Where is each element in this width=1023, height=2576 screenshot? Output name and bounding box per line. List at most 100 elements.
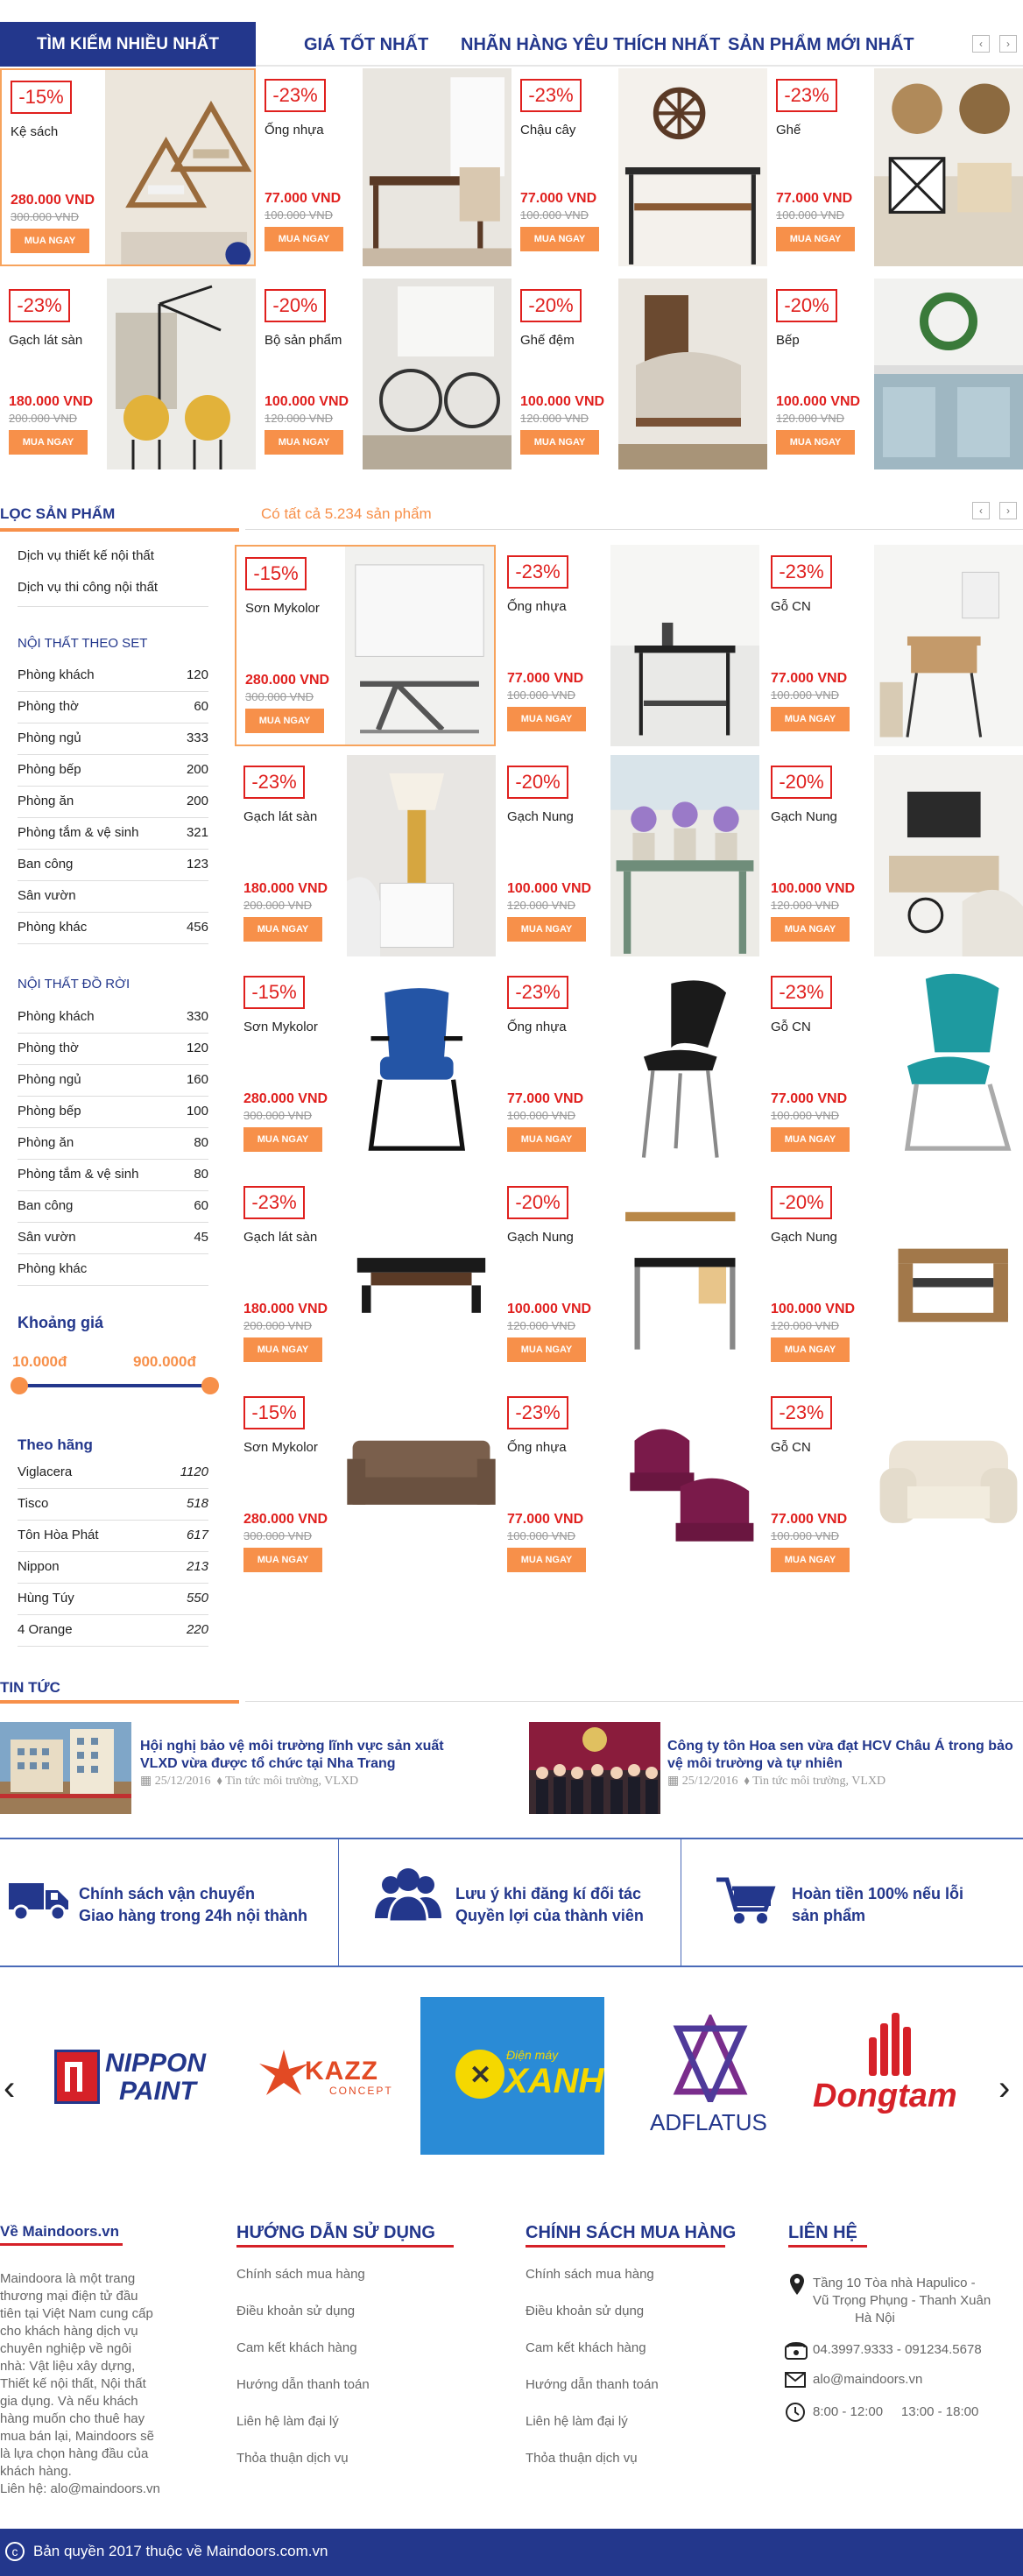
buy-now-button[interactable]: MUA NGAY [771, 1337, 850, 1362]
product-image[interactable] [347, 965, 496, 1167]
product-name[interactable]: Ống nhựa [507, 1020, 567, 1034]
product-card[interactable]: -23% Gạch lát sàn 180.000 VND 200.000 VND MU… [235, 755, 496, 956]
buy-now-button[interactable]: MUA NGAY [243, 917, 322, 942]
dien-may-xanh-logo[interactable]: ✕ Điện máy XANH [420, 1997, 604, 2155]
product-card[interactable]: -23% Ghế 77.000 VND 100.000 VND MUA NGAY [767, 68, 1023, 266]
buy-now-button[interactable]: MUA NGAY [520, 227, 599, 251]
product-card[interactable]: -23% Ống nhựa 77.000 VND 100.000 VND MUA NGA… [256, 68, 512, 266]
product-card[interactable]: -23% Gỗ CN 77.000 VND 100.000 VND MUA NGAY [762, 1386, 1023, 1587]
product-name[interactable]: Gạch Nung [507, 1230, 574, 1245]
product-card[interactable]: -20% Gạch Nung 100.000 VND 120.000 VND MUA N… [498, 1175, 759, 1377]
grid-next-button[interactable]: › [999, 502, 1017, 519]
footer-link[interactable]: Thỏa thuận dịch vụ [526, 2451, 638, 2466]
product-image[interactable] [874, 755, 1023, 956]
news-image-1[interactable] [0, 1722, 131, 1814]
adflatus-logo[interactable]: ADFLATUS [648, 2015, 771, 2146]
footer-link[interactable]: Chính sách mua hàng [236, 2267, 365, 2282]
buy-now-button[interactable]: MUA NGAY [776, 227, 855, 251]
filter-item[interactable]: Sân vườn 45 [18, 1223, 208, 1254]
filter-item[interactable]: Phòng khách 330 [18, 1002, 208, 1034]
filter-item[interactable]: Nippon 213 [18, 1552, 208, 1584]
product-image[interactable] [874, 965, 1023, 1167]
product-card[interactable]: -23% Ống nhựa 77.000 VND 100.000 VND MUA NGA… [498, 965, 759, 1167]
product-image[interactable] [610, 1386, 759, 1587]
product-image[interactable] [347, 1386, 496, 1587]
policy-shipping[interactable]: Chính sách vận chuyển Giao hàng trong 24… [79, 1883, 307, 1927]
product-card[interactable]: -23% Gỗ CN 77.000 VND 100.000 VND MUA NGAY [762, 965, 1023, 1167]
product-name[interactable]: Chậu cây [520, 123, 575, 138]
buy-now-button[interactable]: MUA NGAY [243, 1127, 322, 1152]
service-design-link[interactable]: Dịch vụ thiết kế nội thất [18, 548, 154, 563]
buy-now-button[interactable]: MUA NGAY [245, 709, 324, 733]
tab-newest[interactable]: SẢN PHẨM MỚI NHẤT [728, 35, 914, 55]
product-image[interactable] [874, 1386, 1023, 1587]
buy-now-button[interactable]: MUA NGAY [265, 227, 343, 251]
filter-item[interactable]: Phòng khách 120 [18, 660, 208, 692]
footer-link[interactable]: Cam kết khách hàng [526, 2340, 646, 2355]
product-image[interactable] [874, 545, 1023, 746]
product-name[interactable]: Gạch lát sàn [9, 333, 82, 348]
product-card[interactable]: -15% Sơn Mykolor 280.000 VND 300.000 VND MUA… [235, 1386, 496, 1587]
footer-link[interactable]: Điều khoản sử dụng [526, 2304, 644, 2318]
footer-link[interactable]: Hướng dẫn thanh toán [236, 2377, 370, 2392]
filter-item[interactable]: Tôn Hòa Phát 617 [18, 1521, 208, 1552]
product-name[interactable]: Ống nhựa [265, 123, 324, 138]
filter-item[interactable]: Sân vườn [18, 881, 208, 913]
filter-item[interactable]: Tisco 518 [18, 1489, 208, 1521]
filter-item[interactable]: Ban công 123 [18, 850, 208, 881]
product-card[interactable]: -20% Ghế đệm 100.000 VND 120.000 VND MUA NGA… [512, 279, 767, 469]
product-name[interactable]: Ghế đệm [520, 333, 575, 348]
filter-item[interactable]: Hùng Túy 550 [18, 1584, 208, 1615]
product-image[interactable] [618, 279, 767, 469]
buy-now-button[interactable]: MUA NGAY [9, 430, 88, 455]
product-card[interactable]: -20% Gạch Nung 100.000 VND 120.000 VND MUA N… [498, 755, 759, 956]
footer-link[interactable]: Liên hệ làm đại lý [526, 2414, 628, 2429]
product-name[interactable]: Gạch lát sàn [243, 809, 317, 824]
filter-item[interactable]: Phòng ngủ 333 [18, 723, 208, 755]
product-card[interactable]: -23% Chậu cây 77.000 VND 100.000 VND MUA NGA… [512, 68, 767, 266]
product-card[interactable]: -23% Gỗ CN 77.000 VND 100.000 VND MUA NGAY [762, 545, 1023, 746]
product-name[interactable]: Gỗ CN [771, 599, 811, 614]
filter-item[interactable]: 4 Orange 220 [18, 1615, 208, 1647]
buy-now-button[interactable]: MUA NGAY [776, 430, 855, 455]
filter-item[interactable]: Phòng bếp 100 [18, 1097, 208, 1128]
tab-favorite-brands[interactable]: NHÃN HÀNG YÊU THÍCH NHẤT [461, 35, 720, 55]
buy-now-button[interactable]: MUA NGAY [771, 1127, 850, 1152]
buy-now-button[interactable]: MUA NGAY [265, 430, 343, 455]
product-image[interactable] [610, 755, 759, 956]
product-name[interactable]: Ống nhựa [507, 1440, 567, 1455]
product-image[interactable] [347, 755, 496, 956]
product-image[interactable] [874, 68, 1023, 266]
news-headline-2[interactable]: Công ty tôn Hoa sen vừa đạt HCV Châu Á t… [667, 1738, 1018, 1773]
product-name[interactable]: Sơn Mykolor [243, 1440, 318, 1455]
filter-item[interactable]: Phòng khác [18, 1254, 208, 1286]
tab-most-searched[interactable]: TÌM KIẾM NHIỀU NHẤT [0, 22, 256, 67]
product-image[interactable] [105, 70, 254, 265]
product-image[interactable] [618, 68, 767, 266]
product-image[interactable] [347, 1175, 496, 1377]
product-card[interactable]: -23% Gạch lát sàn 180.000 VND 200.000 VND MU… [235, 1175, 496, 1377]
product-card[interactable]: -20% Gạch Nung 100.000 VND 120.000 VND MUA N… [762, 1175, 1023, 1377]
tabs-next-button[interactable]: › [999, 35, 1017, 53]
footer-link[interactable]: Liên hệ làm đại lý [236, 2414, 339, 2429]
price-slider-min-handle[interactable] [11, 1377, 28, 1394]
product-name[interactable]: Sơn Mykolor [243, 1020, 318, 1034]
dongtam-logo[interactable]: Dongtam [811, 2011, 977, 2134]
product-name[interactable]: Gạch Nung [507, 809, 574, 824]
product-image[interactable] [610, 965, 759, 1167]
news-headline-1[interactable]: Hội nghị bảo vệ môi trường lĩnh vực sản … [140, 1738, 473, 1773]
product-image[interactable] [363, 279, 512, 469]
policy-partner[interactable]: Lưu ý khi đăng kí đối tác Quyền lợi của … [455, 1883, 644, 1927]
product-image[interactable] [345, 547, 494, 745]
buy-now-button[interactable]: MUA NGAY [771, 917, 850, 942]
product-card[interactable]: -23% Ống nhựa 77.000 VND 100.000 VND MUA NGA… [498, 1386, 759, 1587]
product-name[interactable]: Sơn Mykolor [245, 601, 320, 616]
contact-email[interactable]: alo@maindoors.vn [813, 2372, 922, 2387]
policy-refund[interactable]: Hoàn tiền 100% nếu lỗi sản phẩm [792, 1883, 963, 1927]
buy-now-button[interactable]: MUA NGAY [243, 1548, 322, 1572]
filter-item[interactable]: Phòng khác 456 [18, 913, 208, 944]
product-name[interactable]: Gỗ CN [771, 1440, 811, 1455]
price-slider-track[interactable] [19, 1384, 210, 1387]
product-name[interactable]: Bếp [776, 333, 800, 348]
product-card[interactable]: -20% Gạch Nung 100.000 VND 120.000 VND MUA N… [762, 755, 1023, 956]
